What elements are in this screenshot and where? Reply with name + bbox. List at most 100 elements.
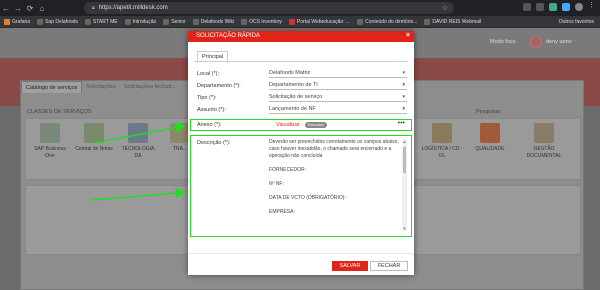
chevron-down-icon: ▾ <box>402 106 405 112</box>
scroll-thumb[interactable] <box>403 147 406 173</box>
chevron-down-icon: ▾ <box>402 94 405 100</box>
page-icon <box>163 18 170 25</box>
url-text: https://apetit.milldesk.com <box>98 5 168 11</box>
modal-header: SOLICITAÇÃO RÁPIDA × <box>188 31 414 42</box>
classes-title: CLASSES DE SERVIÇOS <box>27 109 92 115</box>
portal-icon <box>288 18 295 25</box>
back-icon[interactable]: ← <box>0 4 12 13</box>
grafana-icon <box>4 18 10 25</box>
bookmark-item[interactable]: START ME <box>84 18 118 25</box>
departamento-select[interactable]: Departamento de TI ▾ <box>269 82 407 90</box>
service-item[interactable]: Central de Notas <box>74 123 114 153</box>
close-button[interactable]: FECHAR <box>370 261 408 271</box>
bookmark-item[interactable]: Grafana <box>4 18 30 25</box>
focus-mode-link[interactable]: Modo foco <box>490 39 516 45</box>
description-line: Nº NF: <box>269 181 284 187</box>
search-input[interactable]: Pesquisar <box>476 109 500 115</box>
panel-tabs: Catálogo de serviços Solicitações Solici… <box>21 81 180 93</box>
tab-solicitacoes-fechadas[interactable]: Solicitações fechad... <box>120 81 180 93</box>
address-bar[interactable]: 🔒︎ https://apetit.milldesk.com ☆ <box>84 2 454 14</box>
extension-icon[interactable] <box>536 3 544 11</box>
quality-icon <box>480 123 500 143</box>
network-icon <box>128 123 148 143</box>
scroll-down-icon[interactable]: ▼ <box>402 226 407 231</box>
field-label: Local (*): <box>197 71 220 77</box>
departamento-field: Departamento (*): Departamento de TI ▾ <box>197 81 407 91</box>
field-label: Assunto (*): <box>197 107 226 113</box>
bookmark-item[interactable]: OCS Inventory <box>241 18 282 25</box>
description-line: EMPRESA: <box>269 209 295 215</box>
description-line: FORNECEDOR: <box>269 167 306 173</box>
chevron-down-icon: ▾ <box>402 82 405 88</box>
assunto-field: Assunto (*): Lançamento de NF ▾ <box>197 105 407 115</box>
tab-catalogo[interactable]: Catálogo de serviços <box>21 81 83 93</box>
tipo-field: Tipo (*): Solicitação de serviço ▾ <box>197 93 407 103</box>
bookmark-item[interactable]: Conteúdo do diretório... <box>357 18 417 25</box>
extension-icon[interactable] <box>562 3 570 11</box>
tab-divider <box>194 61 408 62</box>
transport-icon <box>170 123 190 143</box>
extensions: ⋮ <box>523 2 596 11</box>
service-item[interactable]: LOGÍSTICA / CD - OL <box>420 123 464 160</box>
description-line: DATA DE VCTO (OBRIGATÓRIO): <box>269 195 346 201</box>
close-icon[interactable]: × <box>406 32 410 39</box>
field-label: Anexo (*): <box>197 122 222 128</box>
descricao-field-highlight: Descrição (*): Deverão ser preenchidos c… <box>190 135 412 237</box>
visualizar-link[interactable]: Visualizar <box>276 122 300 128</box>
extension-icon[interactable] <box>523 3 531 11</box>
bookmark-star-icon[interactable]: ☆ <box>442 4 448 12</box>
bookmark-item[interactable]: Sap Delafoods <box>37 18 78 25</box>
modal-title: SOLICITAÇÃO RÁPIDA <box>196 33 260 39</box>
local-field: Local (*): Delafoods Matriz ▾ <box>197 69 407 79</box>
description-line: Deverão ser preenchidos corretamente os … <box>269 139 399 159</box>
bookmark-item[interactable]: Senior <box>163 18 186 25</box>
globe-icon <box>241 18 248 25</box>
chevron-down-icon: ▾ <box>402 70 405 76</box>
extension-icon[interactable] <box>549 3 557 11</box>
lock-icon: 🔒︎ <box>92 5 95 11</box>
field-label: Descrição (*): <box>197 140 231 146</box>
more-options-icon[interactable]: ••• <box>398 120 405 127</box>
tab-solicitacoes[interactable]: Solicitações <box>82 81 119 93</box>
reload-icon[interactable]: ⟳ <box>24 4 36 13</box>
assunto-select[interactable]: Lançamento de NF ▾ <box>269 106 407 114</box>
tipo-select[interactable]: Solicitação de serviço ▾ <box>269 94 407 102</box>
footer-divider <box>188 253 414 254</box>
box-icon <box>432 123 452 143</box>
executar-badge[interactable]: Executar <box>305 122 327 128</box>
avatar[interactable] <box>530 36 542 48</box>
home-icon[interactable]: ⌂ <box>36 4 48 13</box>
service-item[interactable]: TECNOLOGIA DA <box>118 123 158 160</box>
save-button[interactable]: SALVAR <box>332 261 368 271</box>
globe-icon <box>192 18 199 25</box>
page-icon <box>124 18 131 25</box>
scrollbar[interactable]: ▲ ▼ <box>402 139 407 231</box>
local-select[interactable]: Delafoods Matriz ▾ <box>269 70 407 78</box>
bookmark-item[interactable]: Delafoods Wiki <box>192 18 234 25</box>
bookmarks-bar: Grafana Sap Delafoods START ME Introduçã… <box>0 16 600 28</box>
profile-icon[interactable] <box>575 3 583 11</box>
field-label: Tipo (*): <box>197 95 217 101</box>
sap-icon <box>40 123 60 143</box>
field-label: Departamento (*): <box>197 83 241 89</box>
bookmark-item[interactable]: Portal Webeducação: ... <box>288 18 350 25</box>
mail-icon <box>424 18 431 25</box>
document-icon <box>534 123 554 143</box>
menu-icon[interactable]: ⋮ <box>588 2 596 11</box>
service-item[interactable]: SAP Business One <box>30 123 70 160</box>
description-textarea[interactable]: Deverão ser preenchidos corretamente os … <box>269 139 399 231</box>
forward-icon[interactable]: → <box>12 4 24 13</box>
folder-icon <box>357 18 364 25</box>
bookmark-item[interactable]: DAVID REIS Webmail <box>424 18 481 25</box>
notes-icon <box>84 123 104 143</box>
user-name[interactable]: deny ueno <box>546 39 572 45</box>
other-bookmarks[interactable]: Outros favoritos <box>559 19 594 25</box>
service-item[interactable]: GESTÃO DOCUMENTAL <box>522 123 566 160</box>
scroll-up-icon[interactable]: ▲ <box>402 139 407 144</box>
quick-request-modal: SOLICITAÇÃO RÁPIDA × Principal Local (*)… <box>188 31 414 275</box>
globe-icon <box>84 18 91 25</box>
service-item[interactable]: QUALIDADE <box>470 123 510 153</box>
anexo-field-highlight: Anexo (*): Visualizar Executar ••• <box>190 119 412 131</box>
globe-icon <box>37 18 44 25</box>
bookmark-item[interactable]: Introdução <box>124 18 156 25</box>
